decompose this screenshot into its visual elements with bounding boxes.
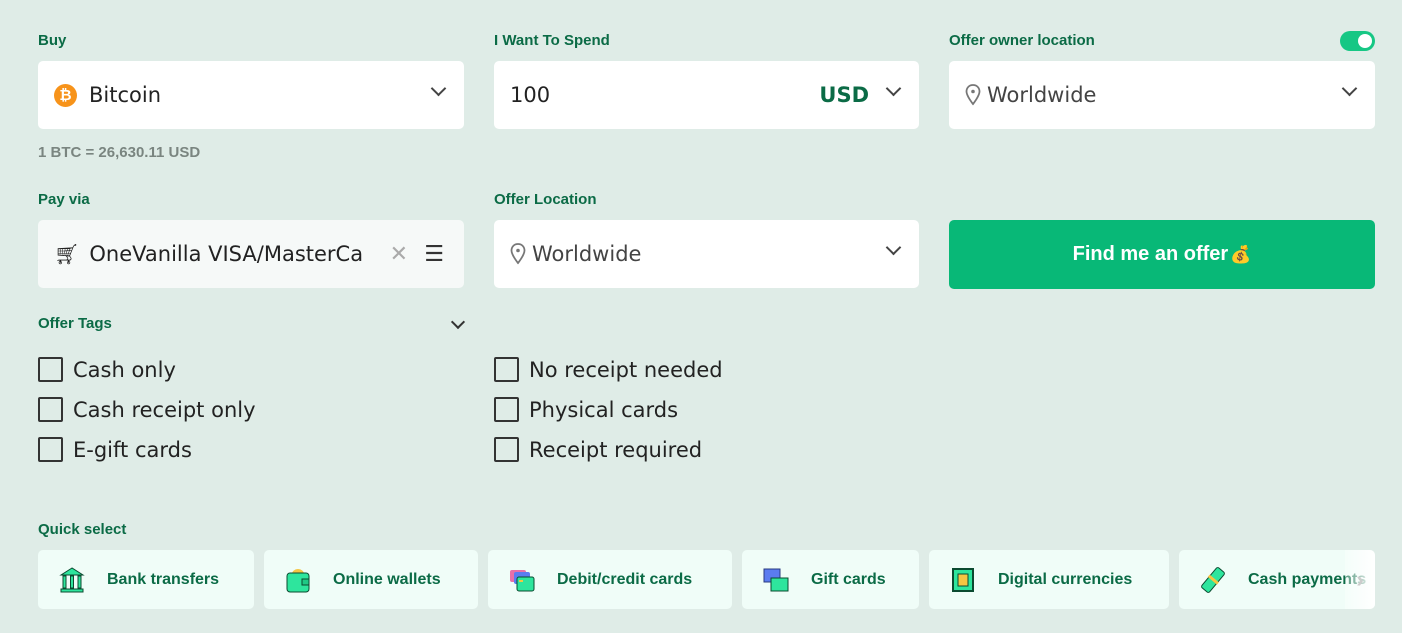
quick-select-debit-credit-cards[interactable]: Debit/credit cards [488, 550, 732, 609]
owner-location-value: Worldwide [987, 83, 1097, 107]
bitcoin-icon: ₿ [54, 83, 77, 107]
offer-tags-label: Offer Tags [38, 315, 112, 332]
currency-select[interactable]: USD [819, 83, 869, 107]
chip-icon [952, 567, 974, 592]
location-pin-icon [510, 243, 526, 265]
exchange-rate: 1 BTC = 26,630.11 USD [38, 144, 201, 161]
offer-location-select[interactable]: Worldwide [494, 220, 919, 288]
tag-checkbox[interactable]: Cash receipt only [38, 397, 256, 422]
tag-checkbox[interactable]: E-gift cards [38, 437, 192, 462]
owner-location-select[interactable]: Worldwide [949, 61, 1375, 129]
money-bag-icon: 💰 [1230, 244, 1252, 264]
chevron-down-icon [430, 80, 447, 97]
credit-card-icon [510, 569, 535, 591]
chevron-down-icon [885, 239, 902, 256]
tag-label: Cash only [73, 357, 176, 382]
tag-checkbox[interactable]: No receipt needed [494, 357, 723, 382]
tag-label: Receipt required [529, 437, 703, 462]
find-offer-label: Find me an offer [1072, 243, 1229, 265]
tag-checkbox[interactable]: Receipt required [494, 437, 702, 462]
tag-label: E-gift cards [73, 437, 192, 462]
quick-select-bank-transfers[interactable]: Bank transfers [38, 550, 254, 609]
gift-card-icon [763, 568, 789, 591]
tag-label: Physical cards [529, 397, 679, 422]
buy-value: Bitcoin [89, 83, 162, 107]
cart-icon: 🛒︎ [54, 242, 80, 266]
owner-location-toggle[interactable] [1340, 31, 1375, 51]
chip-label: Gift cards [811, 570, 886, 588]
scroll-right-chevron-icon[interactable]: › [1345, 550, 1375, 609]
chip-label: Bank transfers [107, 570, 220, 588]
tag-label: No receipt needed [529, 357, 723, 382]
tag-checkbox[interactable]: Physical cards [494, 397, 678, 422]
quick-select-digital-currencies[interactable]: Digital currencies [929, 550, 1169, 609]
spend-label: I Want To Spend [494, 32, 610, 49]
quick-select-cash-payments[interactable]: Cash payments › [1179, 550, 1375, 609]
pay-via-select[interactable]: 🛒︎ OneVanilla VISA/MasterCa ✕ ☰ [38, 220, 464, 288]
spend-field[interactable]: 100 USD [494, 61, 919, 129]
tag-label: Cash receipt only [73, 397, 256, 422]
find-offer-button[interactable]: Find me an offer 💰 [949, 220, 1375, 289]
quick-select-gift-cards[interactable]: Gift cards [742, 550, 919, 609]
chip-label: Debit/credit cards [557, 570, 693, 588]
chevron-down-icon[interactable] [885, 80, 902, 97]
wallet-icon [286, 568, 310, 592]
chevron-down-icon [1341, 80, 1358, 97]
buy-label: Buy [38, 32, 67, 49]
menu-icon[interactable]: ☰ [424, 242, 444, 267]
chip-label: Online wallets [333, 570, 441, 588]
quick-select-online-wallets[interactable]: Online wallets [264, 550, 478, 609]
pay-via-value: OneVanilla VISA/MasterCa [89, 242, 364, 266]
bank-icon [59, 566, 85, 592]
offer-location-label: Offer Location [494, 191, 597, 208]
offer-location-value: Worldwide [532, 242, 642, 266]
chip-label: Digital currencies [998, 570, 1133, 588]
spend-amount-input[interactable]: 100 [510, 83, 550, 107]
cash-icon [1201, 566, 1225, 593]
tag-checkbox[interactable]: Cash only [38, 357, 176, 382]
buy-select[interactable]: ₿ Bitcoin [38, 61, 464, 129]
owner-location-label: Offer owner location [949, 32, 1095, 49]
location-pin-icon [965, 84, 981, 106]
clear-icon[interactable]: ✕ [390, 242, 408, 267]
offer-tags-chevron-icon[interactable] [450, 314, 466, 330]
quick-select-label: Quick select [38, 521, 127, 538]
pay-via-label: Pay via [38, 191, 90, 208]
